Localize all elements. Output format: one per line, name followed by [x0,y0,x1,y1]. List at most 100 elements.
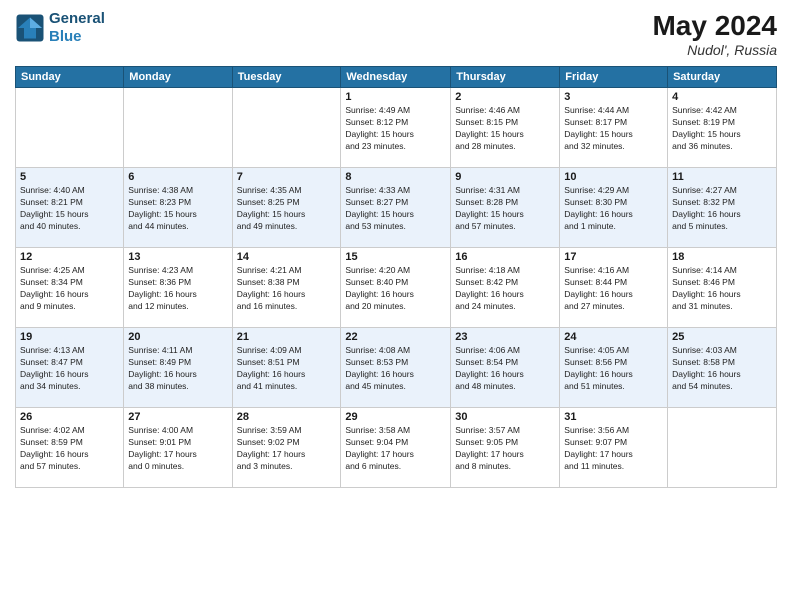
table-row: 5 Sunrise: 4:40 AM Sunset: 8:21 PM Daylig… [16,168,124,248]
table-row: 12 Sunrise: 4:25 AM Sunset: 8:34 PM Dayli… [16,248,124,328]
col-friday: Friday [560,67,668,88]
day-number: 26 [20,411,119,423]
page-header: General Blue May 2024 Nudol', Russia [15,10,777,58]
day-number: 1 [345,91,446,103]
table-row: 31 Sunrise: 3:56 AM Sunset: 9:07 PM Dayli… [560,408,668,488]
day-info: Sunrise: 4:46 AM Sunset: 8:15 PM Dayligh… [455,105,555,153]
day-info: Sunrise: 4:42 AM Sunset: 8:19 PM Dayligh… [672,105,772,153]
day-info: Sunrise: 4:08 AM Sunset: 8:53 PM Dayligh… [345,345,446,393]
day-info: Sunrise: 3:58 AM Sunset: 9:04 PM Dayligh… [345,425,446,473]
table-row: 16 Sunrise: 4:18 AM Sunset: 8:42 PM Dayli… [451,248,560,328]
table-row: 14 Sunrise: 4:21 AM Sunset: 8:38 PM Dayli… [232,248,341,328]
day-info: Sunrise: 3:59 AM Sunset: 9:02 PM Dayligh… [237,425,337,473]
day-info: Sunrise: 3:57 AM Sunset: 9:05 PM Dayligh… [455,425,555,473]
day-number: 7 [237,171,337,183]
day-number: 31 [564,411,663,423]
day-number: 29 [345,411,446,423]
table-row [124,88,232,168]
day-info: Sunrise: 4:29 AM Sunset: 8:30 PM Dayligh… [564,185,663,233]
table-row: 11 Sunrise: 4:27 AM Sunset: 8:32 PM Dayli… [668,168,777,248]
day-info: Sunrise: 4:20 AM Sunset: 8:40 PM Dayligh… [345,265,446,313]
table-row: 25 Sunrise: 4:03 AM Sunset: 8:58 PM Dayli… [668,328,777,408]
day-info: Sunrise: 4:00 AM Sunset: 9:01 PM Dayligh… [128,425,227,473]
table-row: 26Sunrise: 4:02 AM Sunset: 8:59 PM Dayli… [16,408,124,488]
table-row: 8 Sunrise: 4:33 AM Sunset: 8:27 PM Daylig… [341,168,451,248]
day-number: 11 [672,171,772,183]
day-info: Sunrise: 4:31 AM Sunset: 8:28 PM Dayligh… [455,185,555,233]
table-row [668,408,777,488]
day-number: 27 [128,411,227,423]
table-row: 3 Sunrise: 4:44 AM Sunset: 8:17 PM Daylig… [560,88,668,168]
table-row: 17 Sunrise: 4:16 AM Sunset: 8:44 PM Dayli… [560,248,668,328]
day-info: Sunrise: 4:05 AM Sunset: 8:56 PM Dayligh… [564,345,663,393]
day-info: Sunrise: 4:33 AM Sunset: 8:27 PM Dayligh… [345,185,446,233]
col-tuesday: Tuesday [232,67,341,88]
day-info: Sunrise: 4:18 AM Sunset: 8:42 PM Dayligh… [455,265,555,313]
table-row: 13 Sunrise: 4:23 AM Sunset: 8:36 PM Dayli… [124,248,232,328]
day-number: 28 [237,411,337,423]
table-row: 28 Sunrise: 3:59 AM Sunset: 9:02 PM Dayli… [232,408,341,488]
title-block: May 2024 Nudol', Russia [652,10,777,58]
day-number: 19 [20,331,119,343]
month-title: May 2024 [652,10,777,42]
day-number: 8 [345,171,446,183]
table-row: 18Sunrise: 4:14 AM Sunset: 8:46 PM Dayli… [668,248,777,328]
day-number: 23 [455,331,555,343]
col-saturday: Saturday [668,67,777,88]
table-row: 19 Sunrise: 4:13 AM Sunset: 8:47 PM Dayli… [16,328,124,408]
day-number: 30 [455,411,555,423]
table-row: 29 Sunrise: 3:58 AM Sunset: 9:04 PM Dayli… [341,408,451,488]
day-info: Sunrise: 4:03 AM Sunset: 8:58 PM Dayligh… [672,345,772,393]
table-row: 23 Sunrise: 4:06 AM Sunset: 8:54 PM Dayli… [451,328,560,408]
day-info: Sunrise: 4:40 AM Sunset: 8:21 PM Dayligh… [20,185,119,233]
day-number: 14 [237,251,337,263]
logo-line1: General [49,10,105,28]
table-row: 30 Sunrise: 3:57 AM Sunset: 9:05 PM Dayli… [451,408,560,488]
day-number: 25 [672,331,772,343]
table-row: 27 Sunrise: 4:00 AM Sunset: 9:01 PM Dayli… [124,408,232,488]
calendar-table: Sunday Monday Tuesday Wednesday Thursday… [15,66,777,488]
calendar-week-row: 5 Sunrise: 4:40 AM Sunset: 8:21 PM Daylig… [16,168,777,248]
table-row: 2Sunrise: 4:46 AM Sunset: 8:15 PM Daylig… [451,88,560,168]
day-number: 12 [20,251,119,263]
table-row: 20Sunrise: 4:11 AM Sunset: 8:49 PM Dayli… [124,328,232,408]
calendar-week-row: 26Sunrise: 4:02 AM Sunset: 8:59 PM Dayli… [16,408,777,488]
day-number: 5 [20,171,119,183]
day-number: 17 [564,251,663,263]
table-row: 10Sunrise: 4:29 AM Sunset: 8:30 PM Dayli… [560,168,668,248]
day-info: Sunrise: 4:21 AM Sunset: 8:38 PM Dayligh… [237,265,337,313]
day-info: Sunrise: 4:44 AM Sunset: 8:17 PM Dayligh… [564,105,663,153]
day-info: Sunrise: 3:56 AM Sunset: 9:07 PM Dayligh… [564,425,663,473]
table-row: 9Sunrise: 4:31 AM Sunset: 8:28 PM Daylig… [451,168,560,248]
calendar-week-row: 1 Sunrise: 4:49 AM Sunset: 8:12 PM Daylig… [16,88,777,168]
day-info: Sunrise: 4:13 AM Sunset: 8:47 PM Dayligh… [20,345,119,393]
logo: General Blue [15,10,105,46]
day-info: Sunrise: 4:23 AM Sunset: 8:36 PM Dayligh… [128,265,227,313]
day-number: 13 [128,251,227,263]
col-wednesday: Wednesday [341,67,451,88]
day-number: 6 [128,171,227,183]
table-row [16,88,124,168]
day-number: 20 [128,331,227,343]
day-number: 16 [455,251,555,263]
table-row: 24 Sunrise: 4:05 AM Sunset: 8:56 PM Dayli… [560,328,668,408]
table-row: 4 Sunrise: 4:42 AM Sunset: 8:19 PM Daylig… [668,88,777,168]
day-info: Sunrise: 4:35 AM Sunset: 8:25 PM Dayligh… [237,185,337,233]
day-info: Sunrise: 4:16 AM Sunset: 8:44 PM Dayligh… [564,265,663,313]
day-info: Sunrise: 4:27 AM Sunset: 8:32 PM Dayligh… [672,185,772,233]
location-title: Nudol', Russia [652,42,777,58]
table-row: 6 Sunrise: 4:38 AM Sunset: 8:23 PM Daylig… [124,168,232,248]
day-info: Sunrise: 4:25 AM Sunset: 8:34 PM Dayligh… [20,265,119,313]
day-number: 4 [672,91,772,103]
day-number: 3 [564,91,663,103]
day-info: Sunrise: 4:49 AM Sunset: 8:12 PM Dayligh… [345,105,446,153]
table-row: 1 Sunrise: 4:49 AM Sunset: 8:12 PM Daylig… [341,88,451,168]
col-sunday: Sunday [16,67,124,88]
day-info: Sunrise: 4:09 AM Sunset: 8:51 PM Dayligh… [237,345,337,393]
day-number: 22 [345,331,446,343]
day-info: Sunrise: 4:06 AM Sunset: 8:54 PM Dayligh… [455,345,555,393]
day-number: 24 [564,331,663,343]
day-info: Sunrise: 4:38 AM Sunset: 8:23 PM Dayligh… [128,185,227,233]
table-row [232,88,341,168]
calendar-week-row: 19 Sunrise: 4:13 AM Sunset: 8:47 PM Dayli… [16,328,777,408]
